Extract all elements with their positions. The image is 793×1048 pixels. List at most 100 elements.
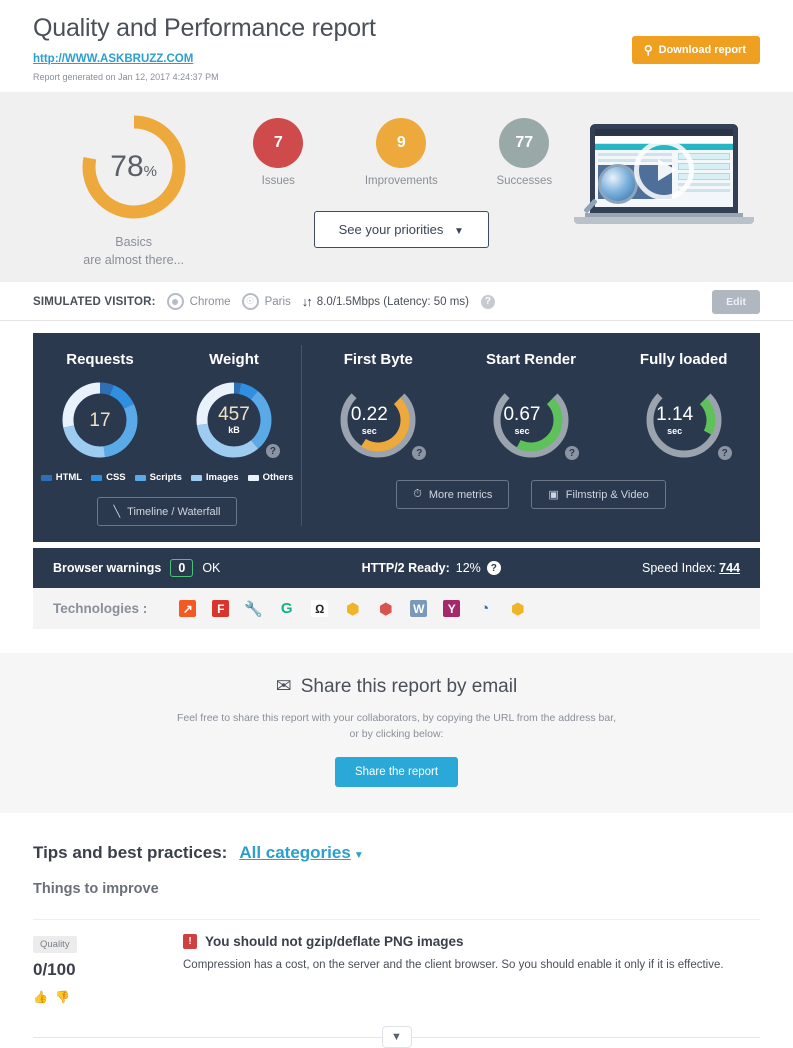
first-byte-unit: sec — [361, 425, 377, 436]
expand-more-button[interactable]: ▼ — [381, 1025, 412, 1048]
first-byte-gauge: 0.22 sec ? — [332, 374, 427, 466]
weight-donut-cell: 457 kB ? — [167, 378, 301, 462]
ruby-gem-icon[interactable]: ⬢ — [377, 600, 394, 618]
simulated-visitor-bar: SIMULATED VISITOR: Chrome ☉ Paris ↓↑ 8.0… — [0, 282, 793, 321]
start-render-gauge: 0.67 sec ? — [485, 374, 579, 466]
global-score-block: 78% Basics are almost there... — [33, 104, 234, 269]
requests-title: Requests — [66, 351, 134, 368]
yoast-seo-icon[interactable]: Y — [443, 600, 461, 617]
first-byte-gauge-cell: 0.22 sec ? — [302, 374, 455, 466]
score-caption-line2: are almost there... — [83, 253, 185, 268]
fully-loaded-unit: sec — [667, 425, 683, 436]
globe-icon: ☉ — [241, 293, 259, 310]
tips-subtitle: Things to improve — [33, 880, 159, 897]
legend-label-images: Images — [205, 472, 239, 483]
summary-band: 78% Basics are almost there... 7 Issues … — [0, 92, 793, 282]
share-the-report-button[interactable]: Share the report — [334, 756, 459, 787]
counter-issues[interactable]: 7 Issues — [234, 118, 322, 187]
chevron-down-icon: ▼ — [454, 226, 464, 237]
visitor-network: ↓↑ 8.0/1.5Mbps (Latency: 50 ms) ? — [302, 294, 495, 309]
visitor-location-label: Paris — [264, 295, 291, 308]
first-byte-title: First Byte — [343, 351, 413, 368]
filmstrip-video-button[interactable]: ▣ Filmstrip & Video — [531, 480, 666, 509]
timeline-waterfall-button[interactable]: ╲ Timeline / Waterfall — [96, 497, 238, 526]
package-box-icon[interactable]: ⬢ — [344, 600, 361, 618]
help-icon-http2[interactable]: ? — [486, 561, 501, 575]
browser-warnings-status: OK — [202, 561, 221, 575]
requests-weight-legend: HTML CSS Scripts Images Others — [33, 472, 301, 483]
legend-swatch-html — [40, 474, 52, 481]
waterfall-icon: ╲ — [113, 506, 121, 518]
fully-loaded-title: Fully loaded — [639, 351, 728, 368]
tip-vote-controls: 👍 👎 — [33, 990, 183, 1004]
fully-loaded-gauge: 1.14 sec ? — [638, 374, 732, 466]
start-render-value-block: 0.67 sec — [485, 374, 577, 466]
share-section: ✉ Share this report by email Feel free t… — [0, 653, 793, 813]
video-preview-block[interactable] — [568, 104, 760, 224]
wrench-tool-icon[interactable]: 🔧 — [244, 600, 263, 618]
legend-item-html: HTML — [40, 472, 82, 483]
play-button-icon[interactable] — [634, 140, 695, 200]
edit-visitor-button[interactable]: Edit — [712, 290, 760, 314]
see-your-priorities-button[interactable]: See your priorities ▼ — [313, 211, 489, 248]
successes-label: Successes — [496, 175, 553, 187]
help-icon-fully-loaded[interactable]: ? — [717, 446, 732, 460]
counter-successes[interactable]: 77 Successes — [480, 118, 568, 187]
download-report-button[interactable]: ⚲ Download report — [631, 36, 760, 64]
tip-title-text[interactable]: You should not gzip/deflate PNG images — [205, 934, 464, 949]
metrics-panel-right: First Byte Start Render Fully loaded 0.2… — [302, 345, 760, 526]
successes-count: 77 — [515, 134, 534, 151]
font-awesome-icon[interactable]: F — [212, 600, 230, 617]
thumbs-down-icon[interactable]: 👎 — [55, 990, 70, 1004]
report-url-link[interactable]: http://WWW.ASKBRUZZ.COM — [33, 53, 193, 65]
successes-bubble: 77 — [499, 118, 550, 168]
bandwidth-arrows-icon: ↓↑ — [301, 294, 313, 309]
fully-loaded-gauge-cell: 1.14 sec ? — [607, 374, 760, 466]
issues-label: Issues — [261, 175, 295, 187]
tips-category-dropdown[interactable]: All categories ▼ — [239, 843, 363, 863]
donuts-row: 17 457 kB ? — [33, 378, 301, 462]
opencart-icon[interactable]: Ω — [311, 600, 329, 617]
speed-index-value[interactable]: 744 — [719, 561, 740, 575]
counter-improvements[interactable]: 9 Improvements — [357, 118, 445, 187]
help-icon-start-render[interactable]: ? — [564, 446, 579, 460]
browser-warnings-block: Browser warnings 0 OK — [53, 559, 220, 577]
start-render-gauge-cell: 0.67 sec ? — [455, 374, 608, 466]
share-description-line2: or by clicking below: — [349, 728, 444, 741]
visitor-browser-label: Chrome — [189, 295, 231, 308]
report-generated-timestamp: Report generated on Jan 12, 2017 4:24:37… — [33, 72, 219, 82]
weight-title: Weight — [209, 351, 259, 368]
speed-index-block: Speed Index: 744 — [642, 561, 740, 575]
filmstrip-icon: ▣ — [548, 489, 559, 501]
requests-donut: 17 — [58, 378, 142, 462]
visitor-location: ☉ Paris — [241, 293, 291, 310]
timeline-waterfall-label: Timeline / Waterfall — [127, 505, 221, 518]
weight-donut: 457 kB ? — [192, 378, 280, 462]
laptop-base — [574, 217, 755, 224]
tips-category-label: All categories — [239, 842, 351, 862]
help-icon-visitor[interactable]: ? — [480, 294, 495, 309]
legend-swatch-scripts — [134, 474, 146, 481]
more-metrics-button[interactable]: ⏱ More metrics — [396, 480, 510, 509]
thumbs-up-icon[interactable]: 👍 — [33, 990, 48, 1004]
legend-label-css: CSS — [106, 472, 126, 483]
pdf-icon: ⚲ — [643, 43, 653, 57]
jquery-icon[interactable]: ◔ — [476, 600, 493, 617]
tips-header: Tips and best practices: All categories ▼ — [33, 843, 760, 863]
legend-label-scripts: Scripts — [149, 472, 182, 483]
legend-label-others: Others — [262, 472, 294, 483]
start-render-title: Start Render — [485, 351, 576, 368]
technologies-icon-list: ↗ F 🔧 G Ω ⬢ ⬢ W Y ◔ ⬢ — [179, 600, 526, 618]
analytics-icon[interactable]: ↗ — [179, 600, 197, 617]
help-icon-weight[interactable]: ? — [265, 444, 280, 458]
requests-donut-center: 17 — [58, 378, 142, 462]
clock-icon: ⏱ — [413, 488, 422, 500]
wordpress-icon[interactable]: W — [410, 600, 428, 617]
visitor-network-label: 8.0/1.5Mbps (Latency: 50 ms) — [316, 295, 469, 308]
first-byte-value-block: 0.22 sec — [332, 374, 424, 466]
tip-description: Compression has a cost, on the server an… — [183, 958, 724, 971]
grammarly-icon[interactable]: G — [278, 600, 295, 617]
improvements-count: 9 — [396, 134, 406, 151]
package-box2-icon[interactable]: ⬢ — [509, 600, 526, 618]
legend-swatch-others — [247, 474, 259, 481]
